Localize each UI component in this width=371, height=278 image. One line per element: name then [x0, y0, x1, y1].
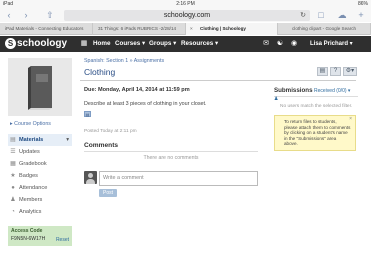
url-text: schoology.com	[163, 12, 211, 19]
add-tab-icon[interactable]: +	[356, 10, 366, 20]
access-code-title: Access Code	[11, 228, 43, 234]
received-filter[interactable]: Received (0/0) ▾	[314, 88, 350, 94]
chart-icon[interactable]: ▤	[317, 67, 328, 76]
help-icon[interactable]: ?	[330, 67, 341, 76]
avatar	[84, 171, 97, 184]
home-grid-icon[interactable]: ▦	[80, 40, 88, 48]
gradebook-icon: ▦	[10, 161, 16, 167]
top-nav: Sschoology ▦ Home Courses ▾ Groups ▾ Res…	[0, 36, 371, 52]
reset-code-link[interactable]: Reset	[56, 237, 69, 243]
sidebar-item-label: Updates	[19, 149, 40, 155]
tab-clothing[interactable]: × Clothing | Schoology	[186, 23, 278, 35]
course-image	[8, 58, 72, 116]
sidebar-item-label: Attendance	[19, 185, 48, 191]
assignment-description: Describe at least 3 pieces of clothing i…	[84, 101, 207, 107]
tab-bar: iPad Materials - Connecting Educators 31…	[0, 23, 371, 35]
sidebar-item-materials[interactable]: ▤ Materials ▾	[8, 134, 72, 146]
course-options-link[interactable]: ▸ Course Options	[10, 121, 51, 127]
sidebar-item-label: Gradebook	[19, 161, 47, 167]
tab-label: 31 Things: 6 iPads RUBRICS -2/28/14	[98, 26, 177, 31]
bookmarks-icon[interactable]: □	[316, 10, 326, 20]
user-menu[interactable]: Lisa Prichard ▾	[310, 36, 353, 52]
sidebar-item-attendance[interactable]: ● Attendance	[8, 182, 72, 194]
comments-heading: Comments	[84, 142, 119, 149]
nav-home[interactable]: Home	[93, 36, 111, 52]
sidebar-item-members[interactable]: ♟ Members	[8, 194, 72, 206]
gear-icon[interactable]: ⚙▾	[343, 67, 357, 76]
updates-icon: ☰	[10, 149, 16, 155]
close-icon[interactable]: ×	[349, 116, 352, 123]
breadcrumb[interactable]: Spanish: Section 1 » Assignments	[84, 58, 164, 64]
close-tab-icon[interactable]: ×	[190, 23, 193, 35]
messages-icon[interactable]: ✉	[262, 40, 270, 48]
comment-input[interactable]: Write a comment	[99, 171, 258, 186]
attachment-icon[interactable]: ▤	[84, 111, 91, 117]
sidebar-item-label: Materials	[19, 137, 44, 143]
post-comment-button[interactable]: Post	[99, 189, 117, 197]
sidebar-item-label: Members	[19, 197, 43, 203]
notifications-icon[interactable]: ◉	[290, 40, 298, 48]
nav-courses[interactable]: Courses ▾	[115, 36, 145, 52]
sidebar-item-label: Badges	[19, 173, 38, 179]
status-bar: iPad 2:16 PM 86%	[0, 0, 371, 8]
tab-clothing-clipart[interactable]: clothing clipart - Google Search	[278, 23, 371, 35]
address-bar[interactable]: schoology.com ↻	[64, 10, 310, 21]
logo-text: schoology	[17, 38, 68, 50]
analytics-icon: ◔	[11, 209, 15, 215]
sidebar-item-gradebook[interactable]: ▦ Gradebook	[8, 158, 72, 170]
person-icon: ♟	[274, 96, 279, 102]
submissions-heading: Submissions	[274, 87, 313, 94]
sidebar-item-label: Analytics	[19, 209, 42, 215]
tab-label: Clothing | Schoology	[200, 26, 246, 31]
nav-resources[interactable]: Resources ▾	[181, 36, 218, 52]
battery-level: 86%	[357, 1, 368, 7]
no-comments-text: There are no comments	[143, 155, 199, 161]
logo-mark-icon: S	[5, 38, 16, 49]
browser-toolbar: ‹ › ⇧ schoology.com ↻ □ ☁ +	[0, 8, 371, 22]
access-code-box: Access Code F9N5N-6W17H Reset	[8, 226, 72, 246]
sidebar-item-analytics[interactable]: ◔ Analytics	[8, 206, 72, 218]
divider	[80, 80, 356, 81]
divider	[84, 151, 258, 152]
clock: 2:16 PM	[176, 1, 195, 7]
schoology-logo[interactable]: Sschoology	[5, 38, 67, 50]
badges-icon: ★	[10, 173, 16, 179]
forward-icon[interactable]: ›	[22, 10, 30, 20]
return-files-tip: × To return files to students, please at…	[274, 115, 356, 151]
sidebar-item-updates[interactable]: ☰ Updates	[8, 146, 72, 158]
attendance-icon: ●	[11, 185, 15, 191]
page-title: Clothing	[84, 67, 116, 77]
tab-31-things[interactable]: 31 Things: 6 iPads RUBRICS -2/28/14	[93, 23, 186, 35]
requests-icon[interactable]: ☯	[276, 40, 284, 48]
tab-ipad-materials[interactable]: iPad Materials - Connecting Educators	[0, 23, 93, 35]
submissions-empty: No users match the selected filter.	[280, 104, 353, 109]
tip-text: To return files to students, please atta…	[284, 119, 351, 147]
tab-label: iPad Materials - Connecting Educators	[5, 26, 84, 31]
divider	[274, 96, 358, 97]
tab-label: clothing clipart - Google Search	[292, 26, 357, 31]
reload-icon[interactable]: ↻	[300, 10, 306, 21]
comment-composer: Write a comment	[84, 171, 258, 187]
cloud-icon[interactable]: ☁	[336, 10, 348, 20]
posted-timestamp: Posted Today at 2:11 pm	[84, 129, 137, 134]
share-icon[interactable]: ⇧	[45, 10, 55, 20]
sidebar-item-badges[interactable]: ★ Badges	[8, 170, 72, 182]
nav-groups[interactable]: Groups ▾	[149, 36, 176, 52]
due-date: Due: Monday, April 14, 2014 at 11:59 pm	[84, 87, 190, 93]
back-icon[interactable]: ‹	[5, 10, 13, 20]
materials-icon: ▤	[10, 137, 16, 143]
members-icon: ♟	[10, 197, 16, 203]
book-icon	[28, 66, 52, 110]
chevron-down-icon: ▾	[66, 137, 69, 143]
